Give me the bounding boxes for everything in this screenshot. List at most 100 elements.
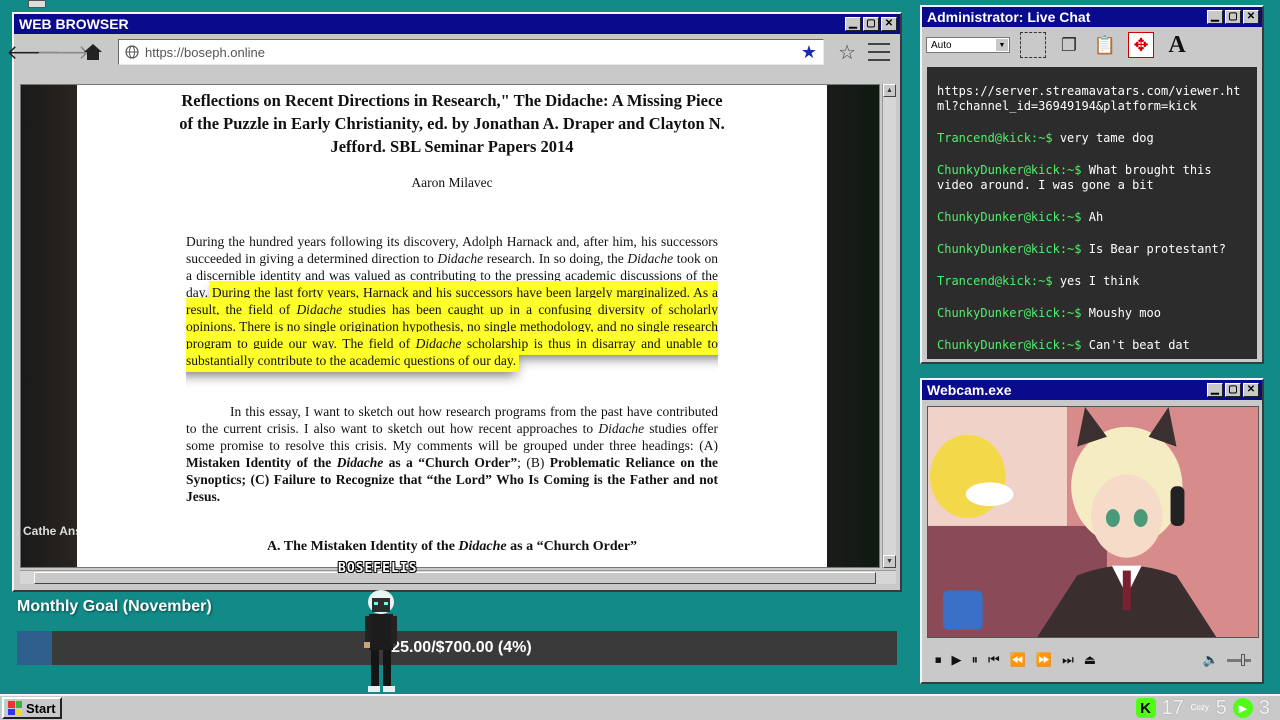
size-dropdown[interactable]: Auto ▼ [926, 37, 1010, 53]
chat-title: Administrator: Live Chat [927, 9, 1091, 25]
chat-username: ChunkyDunker@kick:~$ [937, 338, 1082, 352]
chat-text: Ah [1088, 210, 1104, 224]
hamburger-menu-icon[interactable] [868, 43, 890, 61]
play-icon[interactable]: ▶ [952, 652, 962, 668]
chat-username: Trancend@kick:~$ [937, 131, 1053, 145]
chat-messages: https://server.streamavatars.com/viewer.… [927, 84, 1257, 353]
cozy-logo-icon[interactable]: Cozy [1190, 704, 1210, 712]
chat-message: Trancend@kick:~$ yes I think [937, 274, 1247, 289]
chat-message: ChunkyDunker@kick:~$ What brought this v… [937, 163, 1247, 193]
taskbar: Start K 17 Cozy 5 ▶ 3 [0, 694, 1280, 720]
chat-username: ChunkyDunker@kick:~$ [937, 242, 1082, 256]
bookmark-star-filled-icon[interactable]: ★ [801, 42, 817, 63]
vertical-scrollbar[interactable]: ▲ ▼ [882, 84, 896, 568]
bookmark-star-outline-icon[interactable]: ☆ [838, 40, 856, 65]
chat-message: ChunkyDunker@kick:~$ Moushy moo [937, 306, 1247, 321]
webcam-feed-image [927, 406, 1259, 638]
skip-back-icon[interactable]: ⏮ [988, 652, 1000, 668]
document-title: Reflections on Recent Directions in Rese… [179, 91, 725, 156]
scroll-down-icon[interactable]: ▼ [883, 555, 896, 568]
maximize-button[interactable]: ▢ [1225, 10, 1241, 24]
kick-viewer-count: 17 [1161, 696, 1184, 719]
media-controls: ⏹ ▶ ⏸ ⏮ ⏪ ⏩ ⏭ ⏏ 🔈 [927, 644, 1259, 676]
kick-logo-icon[interactable]: K [1135, 698, 1156, 718]
font-icon[interactable]: A [1164, 32, 1190, 58]
minimize-button[interactable]: ▁ [1207, 10, 1223, 24]
select-icon[interactable] [1020, 32, 1046, 58]
chat-username: ChunkyDunker@kick:~$ [937, 210, 1082, 224]
chat-toolbar: Auto ▼ ❐ 📋 ✥ A [922, 27, 1262, 63]
scroll-up-icon[interactable]: ▲ [883, 84, 896, 97]
close-button[interactable]: ✕ [1243, 10, 1259, 24]
webcam-titlebar[interactable]: Webcam.exe ▁ ▢ ✕ [922, 380, 1262, 400]
close-button[interactable]: ✕ [1243, 383, 1259, 397]
eject-icon[interactable]: ⏏ [1084, 652, 1096, 668]
rewind-icon[interactable]: ⏪ [1010, 652, 1026, 668]
goal-progress-bar: $25.00/$700.00 (4%) [17, 631, 897, 665]
document-author: Aaron Milavec [411, 175, 493, 190]
horizontal-scrollbar[interactable] [20, 570, 896, 584]
chevron-down-icon[interactable]: ▼ [996, 39, 1008, 51]
volume-control[interactable]: 🔈 [1203, 652, 1251, 668]
paste-icon[interactable]: 📋 [1092, 32, 1118, 58]
page-viewport: Cathe Answ Reflections on Recent Directi… [20, 84, 880, 568]
minimize-button[interactable]: ▁ [845, 17, 861, 31]
browser-titlebar[interactable]: WEB BROWSER ▁ ▢ ✕ [14, 14, 900, 34]
skip-forward-icon[interactable]: ⏭ [1062, 652, 1074, 668]
play-viewer-count: 3 [1258, 696, 1270, 719]
video-background-right [827, 85, 879, 567]
chat-username: ChunkyDunker@kick:~$ [937, 306, 1082, 320]
forward-arrow-icon[interactable]: 🡒 [36, 39, 90, 65]
paragraph-2: In this essay, I want to sketch out how … [186, 404, 719, 504]
chat-message: ChunkyDunker@kick:~$ Is Bear protestant? [937, 242, 1247, 257]
goal-progress-text: $25.00/$700.00 (4%) [382, 639, 532, 656]
chat-message: ChunkyDunker@kick:~$ Ah [937, 210, 1247, 225]
play-circle-icon[interactable]: ▶ [1232, 698, 1253, 718]
speaker-icon[interactable]: 🔈 [1203, 652, 1219, 668]
chat-text: Can't beat dat [1088, 338, 1190, 352]
webcam-title: Webcam.exe [927, 382, 1012, 398]
video-background-left [21, 85, 77, 567]
url-text[interactable]: https://boseph.online [145, 45, 795, 60]
avatar-username-tag: BOSEFELIS [338, 561, 418, 576]
maximize-button[interactable]: ▢ [863, 17, 879, 31]
live-chat-window: Administrator: Live Chat ▁ ▢ ✕ Auto ▼ ❐ … [920, 5, 1264, 364]
chat-message: Trancend@kick:~$ very tame dog [937, 131, 1247, 146]
volume-slider[interactable] [1227, 653, 1251, 666]
webcam-window: Webcam.exe ▁ ▢ ✕ ⏹ ▶ ⏸ ⏮ ⏪ ⏩ ⏭ ⏏ 🔈 [920, 378, 1264, 684]
close-button[interactable]: ✕ [881, 17, 897, 31]
chat-system-line: https://server.streamavatars.com/viewer.… [937, 84, 1241, 113]
highlighted-passage: During the last forty years, Harnack and… [186, 284, 718, 369]
chat-text: yes I think [1059, 274, 1140, 288]
cozy-viewer-count: 5 [1215, 696, 1227, 719]
start-button[interactable]: Start [2, 697, 62, 719]
chat-text: Is Bear protestant? [1088, 242, 1227, 256]
browser-navbar: 🡐 🡒 https://boseph.online ★ ☆ [6, 34, 900, 70]
fast-forward-icon[interactable]: ⏩ [1036, 652, 1052, 668]
home-icon[interactable] [80, 39, 106, 65]
desktop-icon[interactable] [28, 0, 46, 8]
horizontal-scroll-thumb[interactable] [34, 572, 876, 584]
copy-icon[interactable]: ❐ [1056, 32, 1082, 58]
stop-icon[interactable]: ⏹ [935, 652, 942, 668]
paragraph-1: During the hundred years following its d… [186, 234, 718, 369]
chat-titlebar[interactable]: Administrator: Live Chat ▁ ▢ ✕ [922, 7, 1262, 27]
browser-title: WEB BROWSER [19, 16, 129, 32]
section-heading-a: A. The Mistaken Identity of the Didache … [266, 539, 638, 554]
goal-title: Monthly Goal (November) [17, 598, 212, 615]
move-icon[interactable]: ✥ [1128, 32, 1154, 58]
minimize-button[interactable]: ▁ [1207, 383, 1223, 397]
pause-icon[interactable]: ⏸ [972, 652, 979, 668]
maximize-button[interactable]: ▢ [1225, 383, 1241, 397]
browser-window: WEB BROWSER ▁ ▢ ✕ 🡐 🡒 https://boseph.onl… [6, 12, 902, 592]
chat-log[interactable]: https://server.streamavatars.com/viewer.… [927, 67, 1257, 359]
chat-text: very tame dog [1059, 131, 1154, 145]
chat-username: ChunkyDunker@kick:~$ [937, 163, 1082, 177]
document-page: Reflections on Recent Directions in Rese… [77, 85, 827, 567]
address-bar[interactable]: https://boseph.online ★ [118, 39, 825, 65]
system-tray: K 17 Cozy 5 ▶ 3 [1135, 696, 1279, 720]
chat-username: Trancend@kick:~$ [937, 274, 1053, 288]
pixel-avatar-sprite [364, 590, 397, 692]
chat-text: Moushy moo [1088, 306, 1161, 320]
chat-message: ChunkyDunker@kick:~$ Can't beat dat [937, 338, 1247, 353]
